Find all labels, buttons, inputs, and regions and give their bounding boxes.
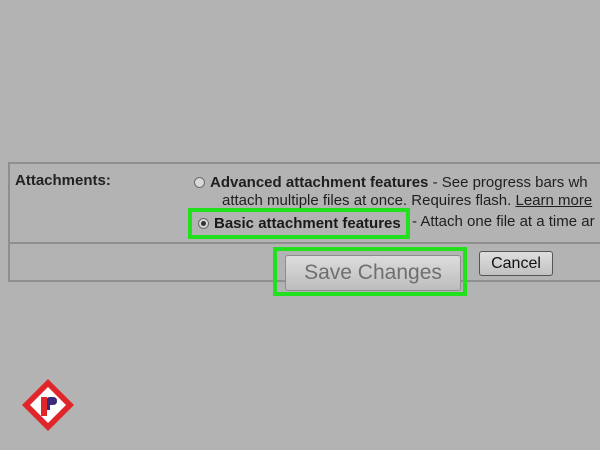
- cancel-button[interactable]: Cancel: [479, 251, 553, 276]
- advanced-option-title: Advanced attachment features: [210, 174, 429, 191]
- advanced-option-line2-text: attach multiple files at once. Requires …: [222, 192, 516, 209]
- advanced-radio-icon[interactable]: [194, 177, 205, 188]
- basic-option-desc: - Attach one file at a time ar: [412, 213, 595, 230]
- advanced-option-line2: attach multiple files at once. Requires …: [222, 192, 592, 209]
- attachments-label: Attachments:: [15, 172, 111, 189]
- advanced-attachment-option[interactable]: Advanced attachment features - See progr…: [194, 174, 588, 191]
- basic-attachment-option[interactable]: Basic attachment features: [192, 212, 406, 235]
- basic-radio-icon[interactable]: [198, 218, 209, 229]
- logo-r-diamond-icon: [22, 379, 74, 431]
- panel-divider: [10, 242, 600, 244]
- advanced-option-desc: - See progress bars wh: [428, 174, 588, 191]
- save-changes-button[interactable]: Save Changes: [285, 255, 461, 291]
- basic-option-title: Basic attachment features: [214, 215, 401, 232]
- learn-more-link[interactable]: Learn more: [515, 192, 592, 209]
